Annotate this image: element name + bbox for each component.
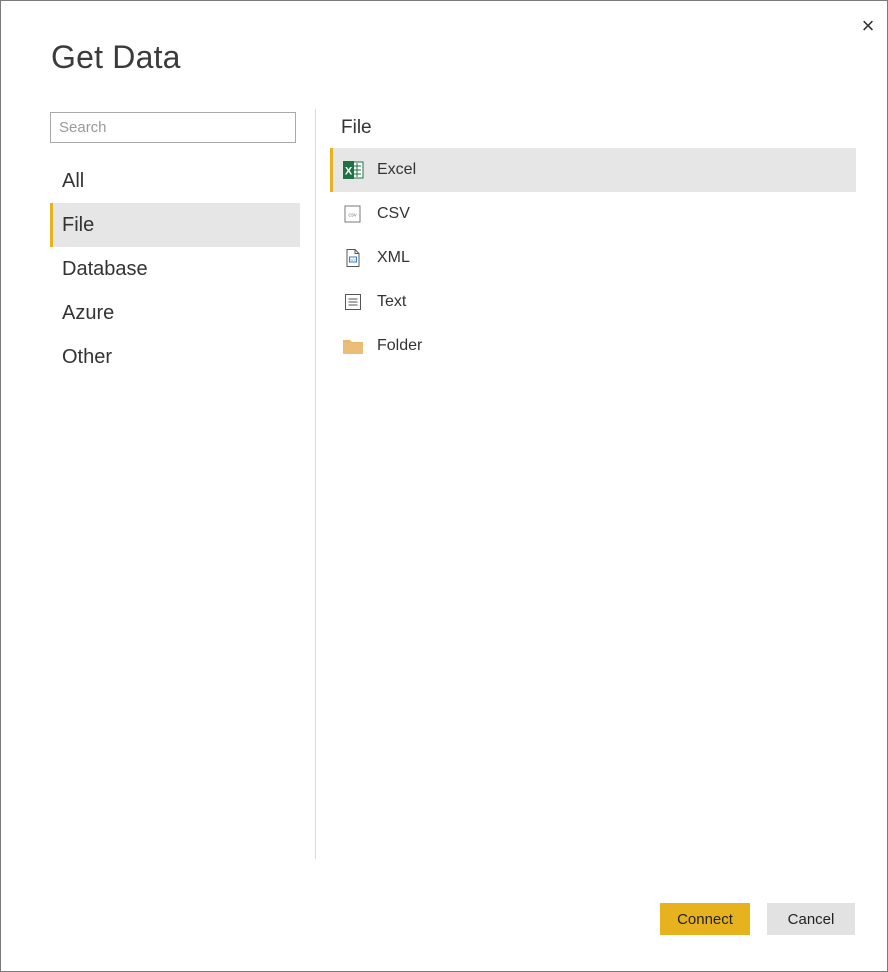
category-item-other[interactable]: Other <box>50 335 300 379</box>
csv-icon: csv <box>342 204 364 224</box>
category-list: All File Database Azure Other <box>50 159 300 379</box>
panel-divider <box>315 109 316 859</box>
source-label-excel: Excel <box>377 161 417 178</box>
source-label-csv: CSV <box>377 205 410 222</box>
source-item-folder[interactable]: Folder <box>330 324 856 368</box>
text-file-icon <box>342 292 364 312</box>
svg-text:csv: csv <box>348 213 357 219</box>
category-item-database[interactable]: Database <box>50 247 300 291</box>
source-label-text: Text <box>377 293 407 310</box>
source-list: X Excel csv CSV </> XML Text Folder <box>330 148 856 368</box>
category-item-file[interactable]: File <box>50 203 300 247</box>
excel-icon: X <box>342 160 364 180</box>
source-label-xml: XML <box>377 249 410 266</box>
cancel-button[interactable]: Cancel <box>767 903 855 935</box>
xml-icon: </> <box>342 248 364 268</box>
source-item-text[interactable]: Text <box>330 280 856 324</box>
category-item-azure[interactable]: Azure <box>50 291 300 335</box>
section-title: File <box>341 117 372 138</box>
svg-text:X: X <box>345 166 353 178</box>
source-item-xml[interactable]: </> XML <box>330 236 856 280</box>
source-item-csv[interactable]: csv CSV <box>330 192 856 236</box>
dialog-title: Get Data <box>51 39 181 75</box>
search-input[interactable] <box>50 112 296 143</box>
category-item-all[interactable]: All <box>50 159 300 203</box>
source-label-folder: Folder <box>377 337 423 354</box>
connect-button[interactable]: Connect <box>660 903 750 935</box>
svg-text:</>: </> <box>350 257 356 262</box>
folder-icon <box>342 336 364 356</box>
close-icon[interactable]: × <box>857 15 879 37</box>
get-data-dialog: × Get Data All File Database Azure Other… <box>0 0 888 972</box>
source-item-excel[interactable]: X Excel <box>330 148 856 192</box>
